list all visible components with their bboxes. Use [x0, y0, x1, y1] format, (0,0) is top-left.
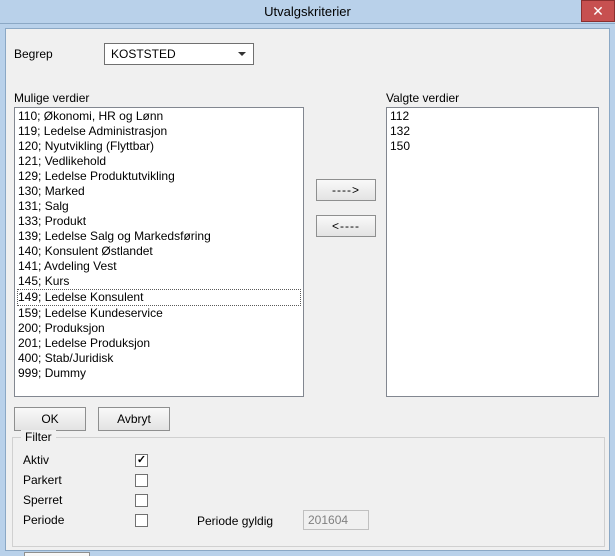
remove-button[interactable]: <---- [316, 215, 376, 237]
list-item[interactable]: 119; Ledelse Administrasjon [17, 124, 301, 139]
list-item[interactable]: 120; Nyutvikling (Flyttbar) [17, 139, 301, 154]
list-item[interactable]: 129; Ledelse Produktutvikling [17, 169, 301, 184]
parkert-checkbox[interactable] [135, 474, 148, 487]
aktiv-checkbox[interactable] [135, 454, 148, 467]
titlebar: Utvalgskriterier ✕ [0, 0, 615, 24]
periode-label: Periode [23, 513, 135, 527]
list-item[interactable]: 145; Kurs [17, 274, 301, 289]
list-item[interactable]: 110; Økonomi, HR og Lønn [17, 109, 301, 124]
close-button[interactable]: ✕ [581, 0, 615, 22]
periode-gyldig-label: Periode gyldig [197, 514, 273, 528]
sperret-checkbox[interactable] [135, 494, 148, 507]
list-item[interactable]: 200; Produksjon [17, 321, 301, 336]
list-item[interactable]: 999; Dummy [17, 366, 301, 381]
list-item[interactable]: 112 [389, 109, 596, 124]
ok-button[interactable]: OK [14, 407, 86, 431]
periode-field[interactable] [303, 510, 369, 530]
begrep-select[interactable]: KOSTSTED [104, 43, 254, 65]
periode-checkbox[interactable] [135, 514, 148, 527]
aktiv-label: Aktiv [23, 453, 135, 467]
list-item[interactable]: 133; Produkt [17, 214, 301, 229]
mulige-listbox[interactable]: 110; Økonomi, HR og Lønn119; Ledelse Adm… [14, 107, 304, 397]
window: Utvalgskriterier ✕ Begrep KOSTSTED Mulig… [0, 0, 615, 556]
list-item[interactable]: 149; Ledelse Konsulent [17, 289, 301, 306]
list-item[interactable]: 141; Avdeling Vest [17, 259, 301, 274]
valgte-label: Valgte verdier [386, 91, 459, 105]
parkert-label: Parkert [23, 473, 135, 487]
sperret-label: Sperret [23, 493, 135, 507]
list-item[interactable]: 400; Stab/Juridisk [17, 351, 301, 366]
client-area: Begrep KOSTSTED Mulige verdier Valgte ve… [5, 28, 610, 551]
list-item[interactable]: 132 [389, 124, 596, 139]
list-item[interactable]: 150 [389, 139, 596, 154]
row-begrep: Begrep KOSTSTED [14, 43, 609, 65]
valgte-listbox[interactable]: 112132150 [386, 107, 599, 397]
begrep-label: Begrep [14, 47, 104, 61]
chevron-down-icon [235, 47, 249, 61]
list-item[interactable]: 121; Vedlikehold [17, 154, 301, 169]
list-item[interactable]: 130; Marked [17, 184, 301, 199]
filter-legend: Filter [21, 430, 56, 444]
list-item[interactable]: 159; Ledelse Kundeservice [17, 306, 301, 321]
window-title: Utvalgskriterier [264, 4, 351, 19]
close-icon: ✕ [592, 3, 604, 20]
list-item[interactable]: 140; Konsulent Østlandet [17, 244, 301, 259]
filter-groupbox: Filter Aktiv Parkert Sperret Periode [12, 437, 605, 547]
filter-row-aktiv: Aktiv [23, 450, 604, 470]
cancel-button[interactable]: Avbryt [98, 407, 170, 431]
filter-row-sperret: Sperret [23, 490, 604, 510]
filter-row-parkert: Parkert [23, 470, 604, 490]
list-item[interactable]: 131; Salg [17, 199, 301, 214]
list-item[interactable]: 201; Ledelse Produksjon [17, 336, 301, 351]
bruk-button[interactable]: Bruk [24, 552, 90, 556]
mulige-label: Mulige verdier [14, 91, 89, 105]
list-item[interactable]: 139; Ledelse Salg og Markedsføring [17, 229, 301, 244]
add-button[interactable]: ----> [316, 179, 376, 201]
begrep-select-value: KOSTSTED [111, 47, 176, 61]
